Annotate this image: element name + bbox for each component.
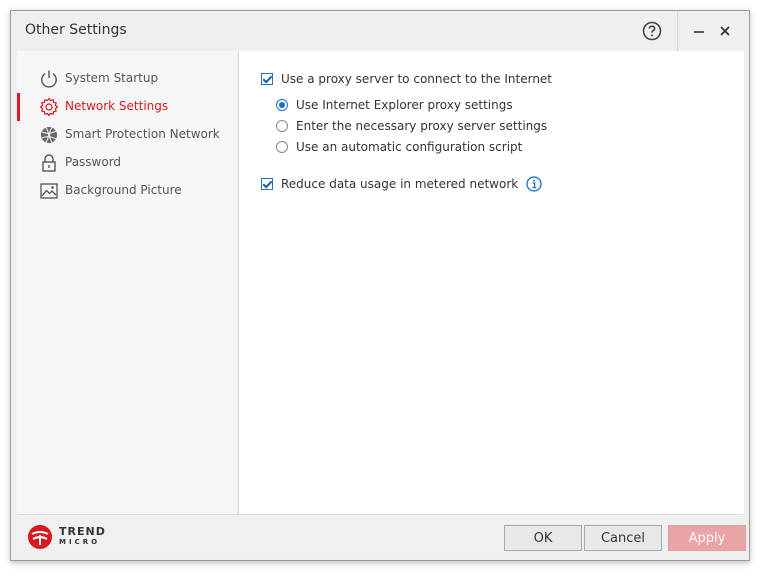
brand-line-2: MICRO [59, 538, 101, 546]
sidebar-item-label: Background Picture [65, 183, 182, 197]
sidebar-item-password[interactable]: Password [17, 149, 237, 177]
reduce-data-label: Reduce data usage in metered network [281, 177, 519, 191]
sidebar-item-smart-protection-network[interactable]: Smart Protection Network [17, 121, 237, 149]
brand-line-1: TREND [59, 525, 106, 538]
active-indicator [17, 93, 20, 121]
radio-button[interactable] [276, 99, 288, 111]
proxy-option-script-radio[interactable]: Use an automatic configuration script [276, 140, 522, 154]
checkbox-box[interactable] [261, 178, 273, 190]
minimize-button[interactable] [685, 17, 713, 45]
sidebar-item-network-settings[interactable]: Network Settings [17, 93, 237, 121]
question-circle-icon [642, 21, 662, 41]
window-title: Other Settings [25, 22, 127, 38]
radio-button[interactable] [276, 120, 288, 132]
cancel-button[interactable]: Cancel [584, 525, 662, 551]
proxy-option-ie-radio[interactable]: Use Internet Explorer proxy settings [276, 98, 513, 112]
sidebar-item-label: System Startup [65, 71, 159, 85]
network-settings-panel: Use a proxy server to connect to the Int… [238, 51, 744, 514]
help-button[interactable] [638, 17, 666, 45]
proxy-option-manual-radio[interactable]: Enter the necessary proxy server setting… [276, 119, 547, 133]
footer-bar: TREND MICRO OK Cancel Apply [17, 514, 746, 557]
trend-micro-logo-icon [28, 525, 52, 549]
trend-micro-logo: TREND MICRO [27, 523, 106, 551]
checkbox-box[interactable] [261, 73, 273, 85]
power-icon [41, 70, 57, 88]
apply-button[interactable]: Apply [668, 525, 746, 551]
reduce-data-checkbox[interactable]: Reduce data usage in metered network [261, 176, 542, 192]
sidebar-item-label: Password [65, 155, 122, 169]
proxy-option-label: Use Internet Explorer proxy settings [296, 98, 513, 112]
settings-window: Other Settings System Startup Network Se… [10, 10, 750, 561]
globe-icon [41, 127, 57, 143]
sidebar-item-label: Network Settings [65, 99, 169, 113]
radio-button[interactable] [276, 141, 288, 153]
close-button[interactable] [711, 17, 739, 45]
gear-icon [39, 97, 59, 117]
minimize-icon [694, 31, 704, 33]
sidebar-item-system-startup[interactable]: System Startup [17, 65, 237, 93]
sidebar-item-background-picture[interactable]: Background Picture [17, 177, 237, 205]
proxy-option-label: Enter the necessary proxy server setting… [296, 119, 548, 133]
sidebar-item-label: Smart Protection Network [65, 127, 220, 141]
close-icon [720, 26, 730, 36]
title-bar: Other Settings [11, 11, 749, 51]
proxy-option-label: Use an automatic configuration script [296, 140, 523, 154]
ok-button[interactable]: OK [504, 525, 582, 551]
picture-icon [40, 183, 58, 199]
lock-icon [42, 154, 56, 172]
use-proxy-label: Use a proxy server to connect to the Int… [281, 72, 553, 86]
info-icon[interactable] [526, 176, 542, 192]
titlebar-separator [677, 11, 678, 51]
use-proxy-checkbox[interactable]: Use a proxy server to connect to the Int… [261, 72, 552, 86]
sidebar: System Startup Network Settings Smart Pr… [17, 51, 237, 514]
